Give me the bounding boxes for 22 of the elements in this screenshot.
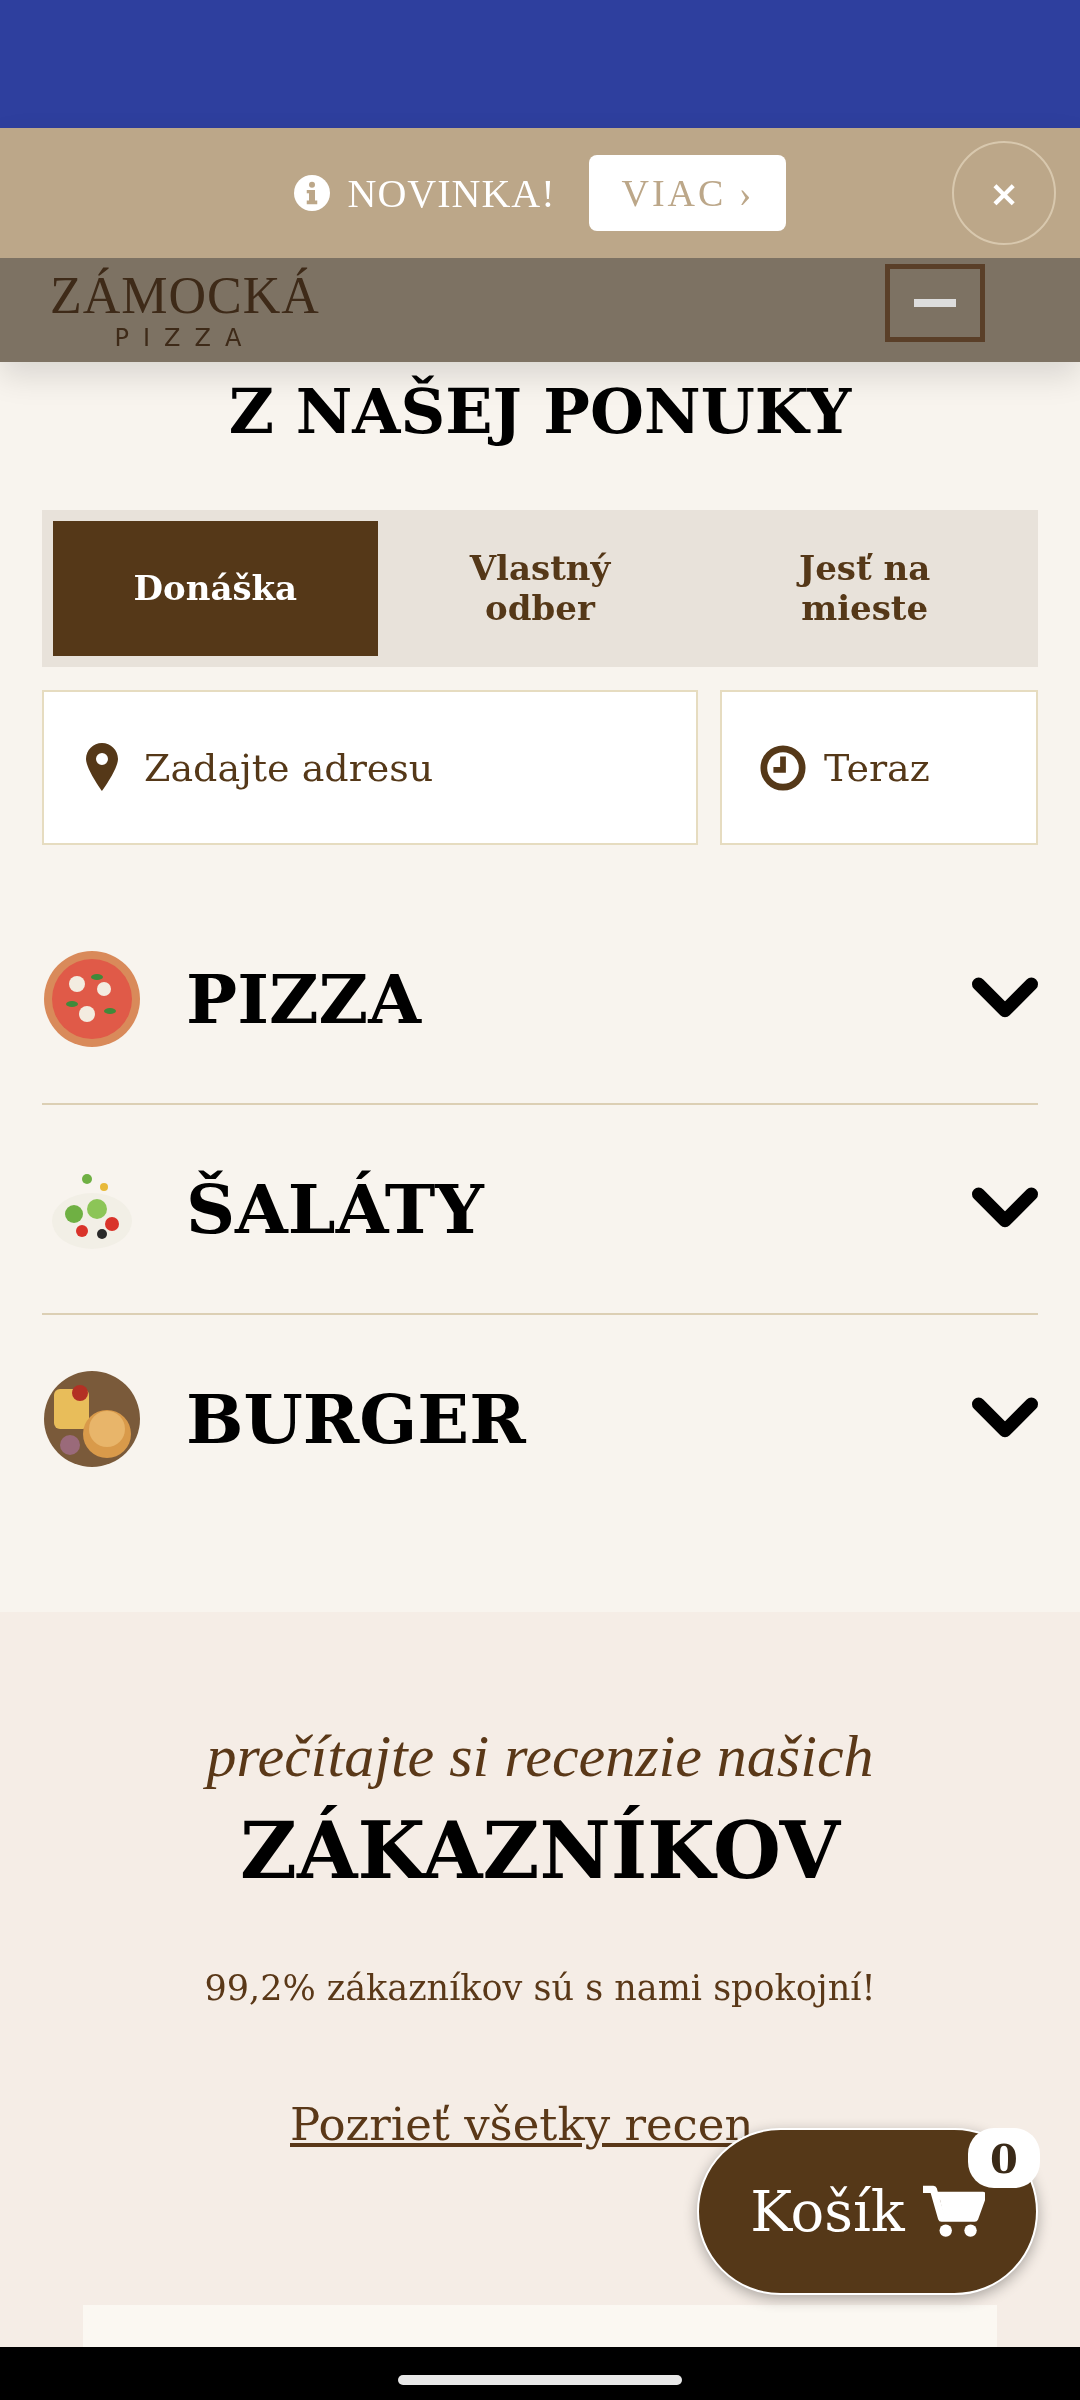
category-title: PIZZA <box>186 959 423 1039</box>
clock-icon <box>760 744 806 791</box>
reviews-title: ZÁKAZNÍKOV <box>239 1805 841 1896</box>
logo-subtitle: PIZZA <box>114 326 256 350</box>
category-row[interactable]: ŠALÁTY <box>42 1105 1038 1315</box>
order-tab[interactable]: Jesť na mieste <box>702 521 1027 656</box>
order-tab[interactable]: Vlastný odber <box>377 521 703 656</box>
category-title: BURGER <box>186 1379 528 1459</box>
home-handle[interactable] <box>398 2374 682 2385</box>
cart-icon <box>922 2184 985 2239</box>
category-row[interactable]: PIZZA <box>42 895 1038 1105</box>
info-icon <box>293 175 330 211</box>
section-heading: Z NAŠEJ PONUKY <box>227 374 853 450</box>
address-field[interactable]: Zadajte adresu <box>42 690 698 845</box>
order-tab[interactable]: Donáška <box>53 521 378 656</box>
banner-text: NOVINKA! <box>347 169 556 217</box>
category-row[interactable]: BURGER <box>42 1315 1038 1523</box>
location-pin-icon <box>86 743 118 791</box>
time-field[interactable]: Teraz <box>720 690 1038 845</box>
menu-button[interactable] <box>885 264 985 342</box>
satisfaction-text: 99,2% zákazníkov sú s nami spokojní! <box>204 1968 876 2008</box>
category-title: ŠALÁTY <box>186 1169 486 1249</box>
